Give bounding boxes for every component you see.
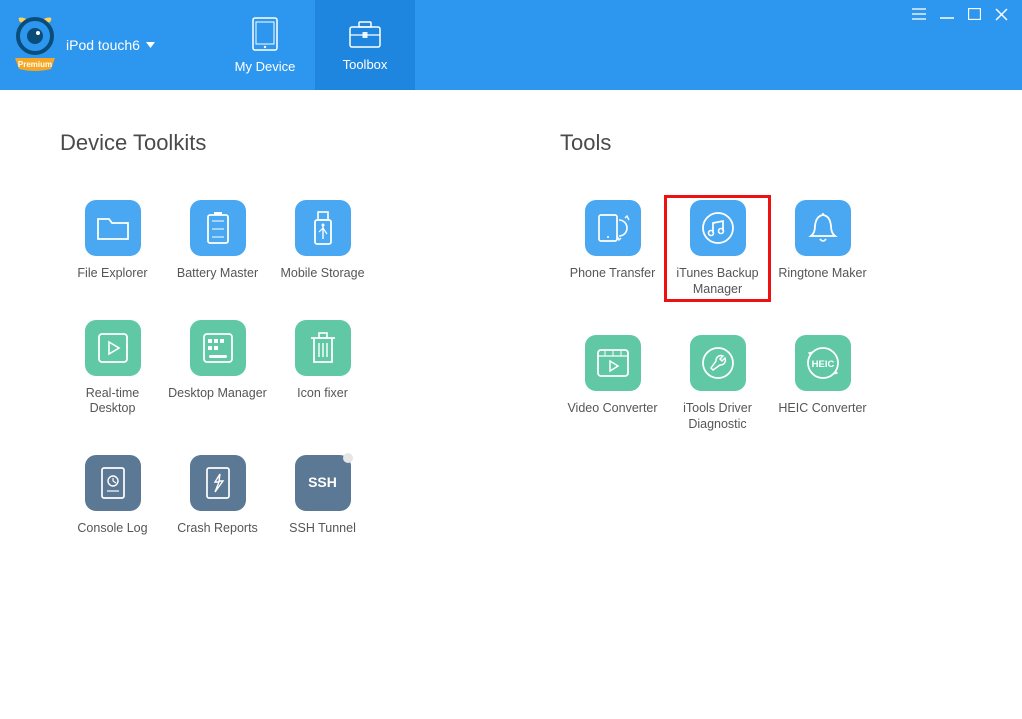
tool-video-converter[interactable]: Video Converter [560,331,665,436]
close-icon[interactable] [995,8,1008,21]
tool-label: Phone Transfer [570,266,655,282]
tool-heic-converter[interactable]: HEIC HEIC Converter [770,331,875,436]
tool-label: Mobile Storage [280,266,364,282]
tool-label: File Explorer [77,266,147,282]
tablet-icon [250,17,280,51]
badge-dot [343,453,353,463]
tool-label: Desktop Manager [168,386,267,402]
log-icon [85,455,141,511]
tool-label: Video Converter [567,401,657,417]
device-toolkits-grid: File Explorer Battery Master Mobile Stor… [60,196,480,541]
wrench-icon [690,335,746,391]
toolbox-icon [348,19,382,49]
tool-label: SSH Tunnel [289,521,356,537]
usb-icon [295,200,351,256]
chevron-down-icon [146,42,155,48]
tools-section: Tools Phone Transfer iTunes Backup Manag… [560,130,962,541]
tool-battery-master[interactable]: Battery Master [165,196,270,286]
menu-icon[interactable] [912,8,926,20]
tool-real-time-desktop[interactable]: Real-time Desktop [60,316,165,421]
section-title: Tools [560,130,962,156]
video-icon [585,335,641,391]
bell-icon [795,200,851,256]
play-icon [85,320,141,376]
tab-label: Toolbox [343,57,388,72]
tool-label: iTunes Backup Manager [667,266,768,297]
phone-transfer-icon [585,200,641,256]
device-toolkits-section: Device Toolkits File Explorer Battery Ma… [60,130,480,541]
tool-desktop-manager[interactable]: Desktop Manager [165,316,270,421]
tab-label: My Device [235,59,296,74]
trash-icon [295,320,351,376]
tab-my-device[interactable]: My Device [215,0,315,90]
window-controls [912,0,1022,90]
device-dropdown[interactable]: iPod touch6 [66,37,155,53]
tool-ringtone-maker[interactable]: Ringtone Maker [770,196,875,301]
tool-label: Ringtone Maker [778,266,866,282]
tool-label: HEIC Converter [778,401,866,417]
header-left: Premium iPod touch6 [0,0,215,90]
tool-phone-transfer[interactable]: Phone Transfer [560,196,665,301]
device-name: iPod touch6 [66,37,140,53]
minimize-icon[interactable] [940,8,954,20]
tool-label: Real-time Desktop [62,386,163,417]
section-title: Device Toolkits [60,130,480,156]
tool-label: Crash Reports [177,521,258,537]
maximize-icon[interactable] [968,8,981,20]
tools-grid: Phone Transfer iTunes Backup Manager Rin… [560,196,962,437]
tab-toolbox[interactable]: Toolbox [315,0,415,90]
tool-itunes-backup-manager[interactable]: iTunes Backup Manager [665,196,770,301]
ssh-text: SSH [308,474,337,492]
tool-icon-fixer[interactable]: Icon fixer [270,316,375,421]
header-tabs: My Device Toolbox [215,0,415,90]
tool-itools-driver-diagnostic[interactable]: iTools Driver Diagnostic [665,331,770,436]
tool-label: Icon fixer [297,386,348,402]
heic-icon: HEIC [795,335,851,391]
folder-icon [85,200,141,256]
tool-crash-reports[interactable]: Crash Reports [165,451,270,541]
tool-mobile-storage[interactable]: Mobile Storage [270,196,375,286]
tool-ssh-tunnel[interactable]: SSH SSH Tunnel [270,451,375,541]
battery-icon [190,200,246,256]
tool-file-explorer[interactable]: File Explorer [60,196,165,286]
grid-icon [190,320,246,376]
itunes-backup-icon [690,200,746,256]
crash-icon [190,455,246,511]
svg-text:Premium: Premium [18,60,52,69]
tool-label: iTools Driver Diagnostic [667,401,768,432]
app-logo: Premium [10,10,60,80]
svg-text:HEIC: HEIC [811,359,834,370]
tool-label: Battery Master [177,266,258,282]
tool-console-log[interactable]: Console Log [60,451,165,541]
ssh-icon: SSH [295,455,351,511]
tool-label: Console Log [77,521,147,537]
header: Premium iPod touch6 My Device Toolbox [0,0,1022,90]
content: Device Toolkits File Explorer Battery Ma… [0,90,1022,541]
